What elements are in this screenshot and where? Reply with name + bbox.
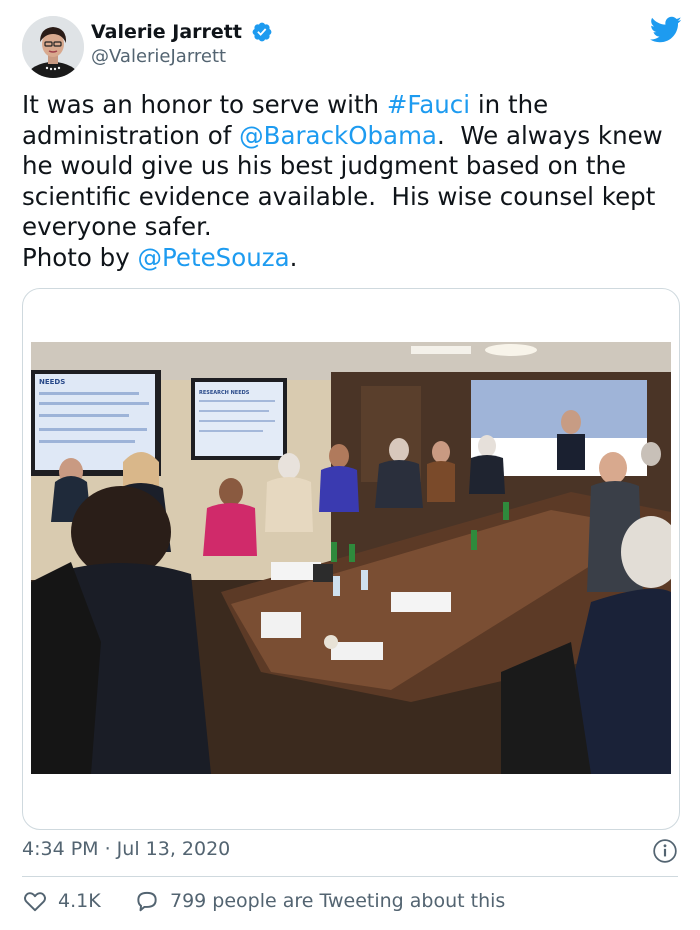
tweet-timestamp[interactable]: 4:34 PM · Jul 13, 2020: [22, 838, 230, 860]
twitter-bird-icon[interactable]: [650, 16, 682, 44]
tweet-text: It was an honor to serve with #Fauci in …: [22, 90, 682, 273]
verified-badge-icon: [252, 22, 272, 42]
tweet-header: Valerie Jarrett @ValerieJarrett: [22, 16, 682, 78]
media-card[interactable]: NEEDS RESEARCH NEEDS: [22, 288, 680, 830]
like-action[interactable]: 4.1K: [22, 888, 101, 914]
heart-icon: [24, 892, 46, 912]
conversation-text: 799 people are Tweeting about this: [170, 890, 506, 912]
speech-bubble-icon: [137, 891, 157, 912]
avatar[interactable]: [22, 16, 84, 78]
conversation-action[interactable]: 799 people are Tweeting about this: [134, 888, 505, 914]
text-segment: It was an honor to serve with: [22, 90, 387, 119]
mention-petesouza-link[interactable]: @PeteSouza: [138, 243, 290, 272]
mention-barackobama-link[interactable]: @BarackObama: [239, 121, 437, 150]
situation-room-photo[interactable]: NEEDS RESEARCH NEEDS: [31, 342, 671, 774]
author-handle[interactable]: @ValerieJarrett: [91, 46, 273, 67]
hashtag-fauci-link[interactable]: #Fauci: [387, 90, 470, 119]
left-screen-heading: NEEDS: [39, 378, 65, 386]
divider: [22, 876, 678, 877]
author-block: Valerie Jarrett @ValerieJarrett: [91, 21, 273, 67]
text-segment: .: [289, 242, 298, 272]
middle-screen-heading: RESEARCH NEEDS: [199, 390, 250, 396]
info-icon[interactable]: [652, 838, 678, 864]
display-name[interactable]: Valerie Jarrett: [91, 21, 242, 43]
like-count: 4.1K: [58, 890, 101, 912]
